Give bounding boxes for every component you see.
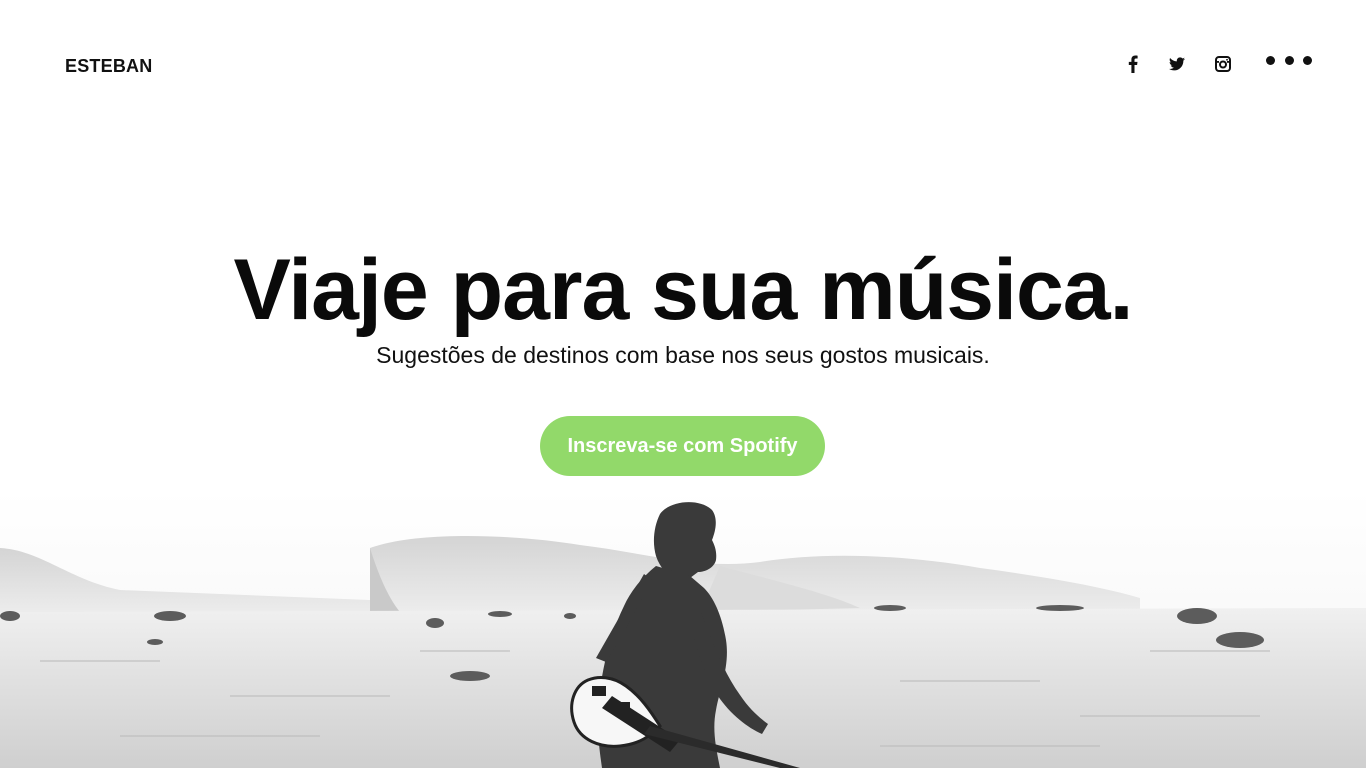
dot xyxy=(1284,55,1294,65)
brand-logo[interactable]: ESTEBAN xyxy=(65,56,152,77)
twitter-icon[interactable] xyxy=(1166,53,1188,75)
hero-title: Viaje para sua música. xyxy=(233,242,1133,338)
facebook-icon[interactable] xyxy=(1124,53,1142,75)
more-dots-icon[interactable] xyxy=(1266,52,1312,68)
spotify-signup-button[interactable]: Inscreva-se com Spotify xyxy=(540,416,825,476)
landing-page: ESTEBAN Viaje para sua música. Sugestões… xyxy=(0,0,1366,768)
hero-subtitle: Sugestões de destinos com base nos seus … xyxy=(376,342,990,368)
desert-guitarist-image xyxy=(0,490,1366,768)
dot xyxy=(1266,55,1275,65)
dot xyxy=(1303,55,1312,65)
instagram-icon[interactable] xyxy=(1212,53,1234,75)
